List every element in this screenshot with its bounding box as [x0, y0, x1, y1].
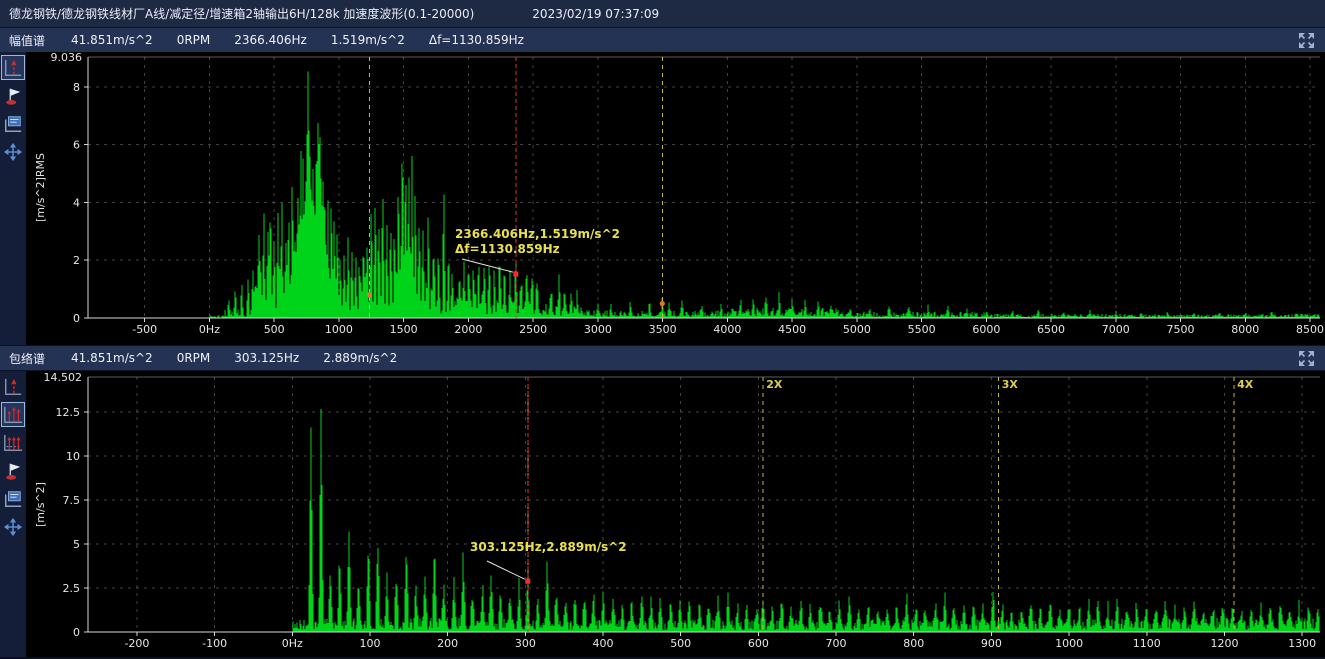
y-tick-label: 10 [66, 450, 80, 463]
cursor-single-icon[interactable] [1, 374, 25, 399]
chart1-toolbar [0, 52, 26, 345]
expand-icon[interactable] [1298, 350, 1315, 367]
overall-value: 41.851m/s^2 [71, 33, 153, 47]
envelope-spectrum-header: 包络谱 41.851m/s^2 0RPM 303.125Hz 2.889m/s^… [0, 345, 1325, 370]
cursor-annotation-delta: Δf=1130.859Hz [455, 242, 560, 256]
flag-icon[interactable] [1, 458, 25, 483]
y-tick-label: 7.5 [63, 494, 81, 507]
x-tick-label: 2000 [454, 323, 482, 336]
y-axis-title: [m/s^2] [34, 482, 47, 527]
x-tick-label: 500 [264, 323, 285, 336]
amplitude-spectrum-chart[interactable]: -5000Hz500100015002000250030003500400045… [0, 52, 1325, 345]
amplitude-spectrum-panel: -5000Hz500100015002000250030003500400045… [0, 52, 1325, 345]
x-tick-label: 3000 [584, 323, 612, 336]
x-tick-label: 5000 [843, 323, 871, 336]
overall-value: 41.851m/s^2 [71, 351, 153, 365]
x-tick-label: -500 [132, 323, 157, 336]
x-tick-label: 8500 [1296, 323, 1324, 336]
y-tick-label: 12.5 [56, 406, 81, 419]
x-tick-label: 600 [748, 637, 769, 650]
plot-area[interactable] [88, 377, 1320, 632]
measurement-path-title: 德龙钢铁/德龙钢铁线材厂A线/减定径/增速箱2轴输出6H/128k 加速度波形(… [9, 5, 474, 22]
y-tick-label: 8 [73, 81, 80, 94]
y-tick-label: 4 [73, 196, 80, 209]
x-tick-label: 0Hz [199, 323, 220, 336]
title-bar: 德龙钢铁/德龙钢铁线材厂A线/减定径/增速箱2轴输出6H/128k 加速度波形(… [0, 0, 1325, 27]
x-tick-label: 8000 [1231, 323, 1259, 336]
cursor-frequency: 2366.406Hz [234, 33, 307, 47]
flag-icon[interactable] [1, 83, 25, 108]
y-tick-label: 5 [73, 538, 80, 551]
cursor-frequency: 303.125Hz [234, 351, 299, 365]
x-tick-label: 500 [670, 637, 691, 650]
report-icon[interactable] [1, 486, 25, 511]
x-tick-label: 1100 [1133, 637, 1161, 650]
y-tick-label: 2.5 [63, 582, 81, 595]
x-tick-label: 800 [903, 637, 924, 650]
x-tick-label: 6000 [972, 323, 1000, 336]
x-tick-label: 1200 [1210, 637, 1238, 650]
x-tick-label: 200 [437, 637, 458, 650]
harmonic-label-2x: 2X [766, 378, 783, 391]
harmonic-label-4x: 4X [1237, 378, 1254, 391]
x-tick-label: 1000 [325, 323, 353, 336]
y-max-label: 9.036 [51, 52, 83, 64]
y-tick-label: 6 [73, 139, 80, 152]
move-icon[interactable] [1, 514, 25, 539]
x-tick-label: -200 [124, 637, 149, 650]
cursor-annotation: 2366.406Hz,1.519m/s^2 [455, 227, 620, 241]
x-tick-label: 7000 [1102, 323, 1130, 336]
report-icon[interactable] [1, 111, 25, 136]
x-tick-label: 1300 [1288, 637, 1316, 650]
cursor-marker [525, 579, 530, 584]
cursor-amplitude: 2.889m/s^2 [323, 351, 397, 365]
x-tick-label: 3500 [649, 323, 677, 336]
x-tick-label: 1500 [390, 323, 418, 336]
cursor-annotation: 303.125Hz,2.889m/s^2 [470, 540, 627, 554]
cursor-marker [513, 272, 518, 277]
y-tick-label: 2 [73, 254, 80, 267]
expand-icon[interactable] [1298, 32, 1315, 49]
delta-frequency: Δf=1130.859Hz [429, 33, 524, 47]
timestamp: 2023/02/19 07:37:09 [532, 7, 659, 21]
vibration-analyzer-window: 德龙钢铁/德龙钢铁线材厂A线/减定径/增速箱2轴输出6H/128k 加速度波形(… [0, 0, 1325, 659]
y-tick-label: 0 [73, 312, 80, 325]
sideband-marker [367, 292, 372, 297]
move-icon[interactable] [1, 139, 25, 164]
panel-title: 包络谱 [9, 350, 45, 367]
cursor-sideband-icon[interactable] [1, 430, 25, 455]
x-tick-label: 4500 [778, 323, 806, 336]
rpm-value: 0RPM [177, 351, 211, 365]
envelope-spectrum-chart[interactable]: -200-1000Hz10020030040050060070080090010… [0, 371, 1325, 658]
panel-title: 幅值谱 [9, 32, 45, 49]
x-tick-label: 7500 [1167, 323, 1195, 336]
cursor-single-icon[interactable] [1, 55, 25, 80]
y-tick-label: 0 [73, 626, 80, 639]
sideband-marker [660, 301, 665, 306]
amplitude-spectrum-header: 幅值谱 41.851m/s^2 0RPM 2366.406Hz 1.519m/s… [0, 27, 1325, 52]
x-tick-label: 900 [981, 637, 1002, 650]
x-tick-label: 1000 [1055, 637, 1083, 650]
x-tick-label: 2500 [519, 323, 547, 336]
y-max-label: 14.502 [44, 371, 83, 384]
chart2-toolbar [0, 371, 26, 657]
x-tick-label: 4000 [713, 323, 741, 336]
harmonic-label-3x: 3X [1002, 378, 1019, 391]
envelope-spectrum-panel: -200-1000Hz10020030040050060070080090010… [0, 370, 1325, 657]
x-tick-label: 700 [826, 637, 847, 650]
x-tick-label: 300 [515, 637, 536, 650]
x-tick-label: 400 [593, 637, 614, 650]
rpm-value: 0RPM [177, 33, 211, 47]
y-axis-title: [m/s^2]RMS [34, 153, 47, 222]
x-tick-label: 100 [359, 637, 380, 650]
x-tick-label: -100 [202, 637, 227, 650]
x-tick-label: 6500 [1037, 323, 1065, 336]
x-tick-label: 5500 [908, 323, 936, 336]
cursor-harmonic-icon[interactable] [1, 402, 25, 427]
x-tick-label: 0Hz [282, 637, 303, 650]
cursor-amplitude: 1.519m/s^2 [331, 33, 405, 47]
